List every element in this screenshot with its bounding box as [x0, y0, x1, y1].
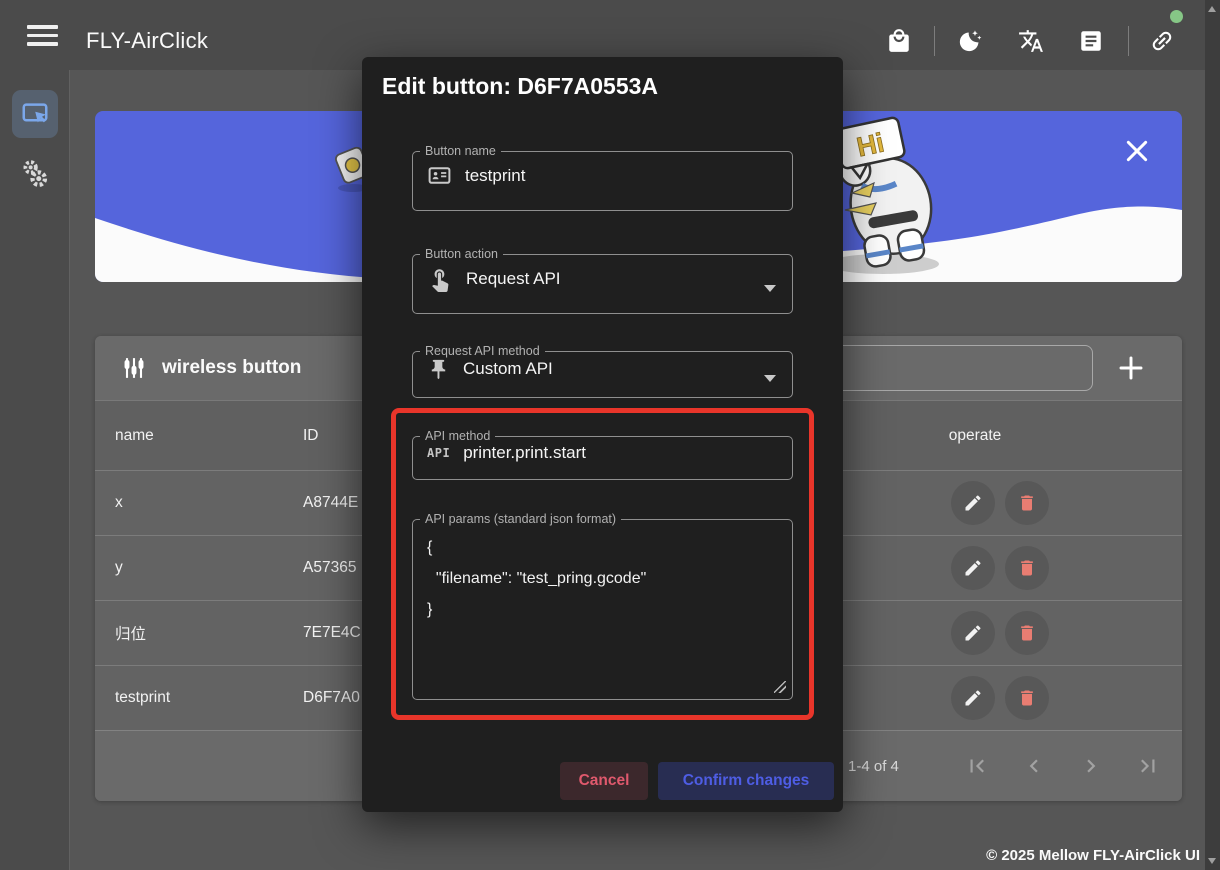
api-params-label: API params (standard json format) [420, 513, 621, 526]
trash-icon [1017, 688, 1037, 708]
row-id: D6F7A0 [303, 666, 360, 730]
column-header-id: ID [303, 401, 319, 470]
link-icon[interactable] [1149, 28, 1175, 54]
mascot-hi-robot: Hi [827, 117, 940, 274]
scroll-down-arrow[interactable] [1208, 858, 1216, 864]
edit-button[interactable] [951, 676, 995, 720]
api-icon: API [427, 446, 450, 460]
scroll-up-arrow[interactable] [1208, 6, 1216, 12]
api-method-field[interactable]: API method API printer.print.start [412, 430, 793, 480]
cancel-button[interactable]: Cancel [560, 762, 648, 800]
push-pin-icon [427, 358, 450, 381]
pagination-range: 1-4 of 4 [848, 731, 899, 801]
row-id: A57365 [303, 536, 356, 600]
api-method-value: printer.print.start [463, 443, 586, 463]
last-page-icon [1135, 753, 1161, 779]
pencil-icon [963, 493, 983, 513]
resize-handle[interactable] [774, 681, 786, 693]
app-title: FLY-AirClick [86, 28, 208, 54]
edit-button-dialog: Edit button: D6F7A0553A Button name test… [362, 57, 843, 812]
last-page-button[interactable] [1135, 753, 1161, 779]
app-root: FLY-AirClick [0, 0, 1220, 870]
trash-icon [1017, 558, 1037, 578]
confirm-changes-button[interactable]: Confirm changes [658, 762, 834, 800]
screen-tap-icon [20, 99, 50, 129]
page-scrollbar[interactable] [1205, 0, 1220, 870]
trash-icon [1017, 493, 1037, 513]
pencil-icon [963, 558, 983, 578]
topbar-divider [1128, 26, 1129, 56]
banner-close-icon[interactable] [1121, 135, 1153, 167]
sidebar-item-settings[interactable] [16, 150, 54, 196]
copyright-text: © 2025 Mellow FLY-AirClick UI [986, 847, 1200, 864]
button-action-value: Request API [466, 269, 561, 289]
api-params-textarea[interactable]: API params (standard json format) { "fil… [412, 513, 793, 700]
edit-button[interactable] [951, 481, 995, 525]
api-method-label: API method [420, 430, 495, 443]
sliders-icon [120, 354, 148, 382]
chevron-down-icon [764, 375, 776, 382]
column-header-name: name [115, 401, 154, 470]
row-name: x [115, 471, 123, 535]
first-page-icon [964, 753, 990, 779]
request-api-method-label: Request API method [420, 345, 545, 358]
touch-hand-icon [427, 266, 453, 292]
chevron-down-icon [764, 285, 776, 292]
button-name-label: Button name [420, 145, 501, 158]
button-action-label: Button action [420, 248, 503, 261]
shopping-bag-icon[interactable] [886, 28, 912, 54]
plus-icon [1115, 352, 1147, 384]
api-params-value[interactable]: { "filename": "test_pring.gcode" } [413, 526, 792, 625]
badge-icon [427, 163, 452, 188]
dark-mode-icon[interactable] [957, 28, 983, 54]
row-name: testprint [115, 666, 170, 730]
row-id: A8744E [303, 471, 358, 535]
translate-icon[interactable] [1018, 28, 1044, 54]
pencil-icon [963, 623, 983, 643]
card-title: wireless button [162, 357, 301, 379]
connection-status-dot [1170, 10, 1183, 23]
dialog-title: Edit button: D6F7A0553A [382, 73, 658, 100]
menu-icon[interactable] [27, 25, 58, 46]
row-id: 7E7E4C [303, 601, 361, 665]
delete-button[interactable] [1005, 481, 1049, 525]
sidebar [0, 70, 70, 870]
next-page-button[interactable] [1078, 753, 1104, 779]
delete-button[interactable] [1005, 546, 1049, 590]
row-name: 归位 [115, 601, 146, 665]
document-icon[interactable] [1078, 28, 1104, 54]
trash-icon [1017, 623, 1037, 643]
settings-gears-icon [20, 156, 50, 190]
delete-button[interactable] [1005, 611, 1049, 655]
pencil-icon [963, 688, 983, 708]
edit-button[interactable] [951, 611, 995, 655]
row-name: y [115, 536, 123, 600]
prev-page-button[interactable] [1021, 753, 1047, 779]
button-name-value: testprint [465, 166, 525, 186]
request-api-method-select[interactable]: Request API method Custom API [412, 345, 793, 398]
chevron-left-icon [1021, 753, 1047, 779]
first-page-button[interactable] [964, 753, 990, 779]
topbar-divider [934, 26, 935, 56]
request-api-method-value: Custom API [463, 359, 553, 379]
button-action-select[interactable]: Button action Request API [412, 248, 793, 314]
add-button[interactable] [1115, 346, 1159, 390]
chevron-right-icon [1078, 753, 1104, 779]
column-header-operate: operate [949, 401, 1002, 470]
delete-button[interactable] [1005, 676, 1049, 720]
edit-button[interactable] [951, 546, 995, 590]
button-name-field[interactable]: Button name testprint [412, 145, 793, 211]
sidebar-item-buttons[interactable] [12, 90, 58, 138]
